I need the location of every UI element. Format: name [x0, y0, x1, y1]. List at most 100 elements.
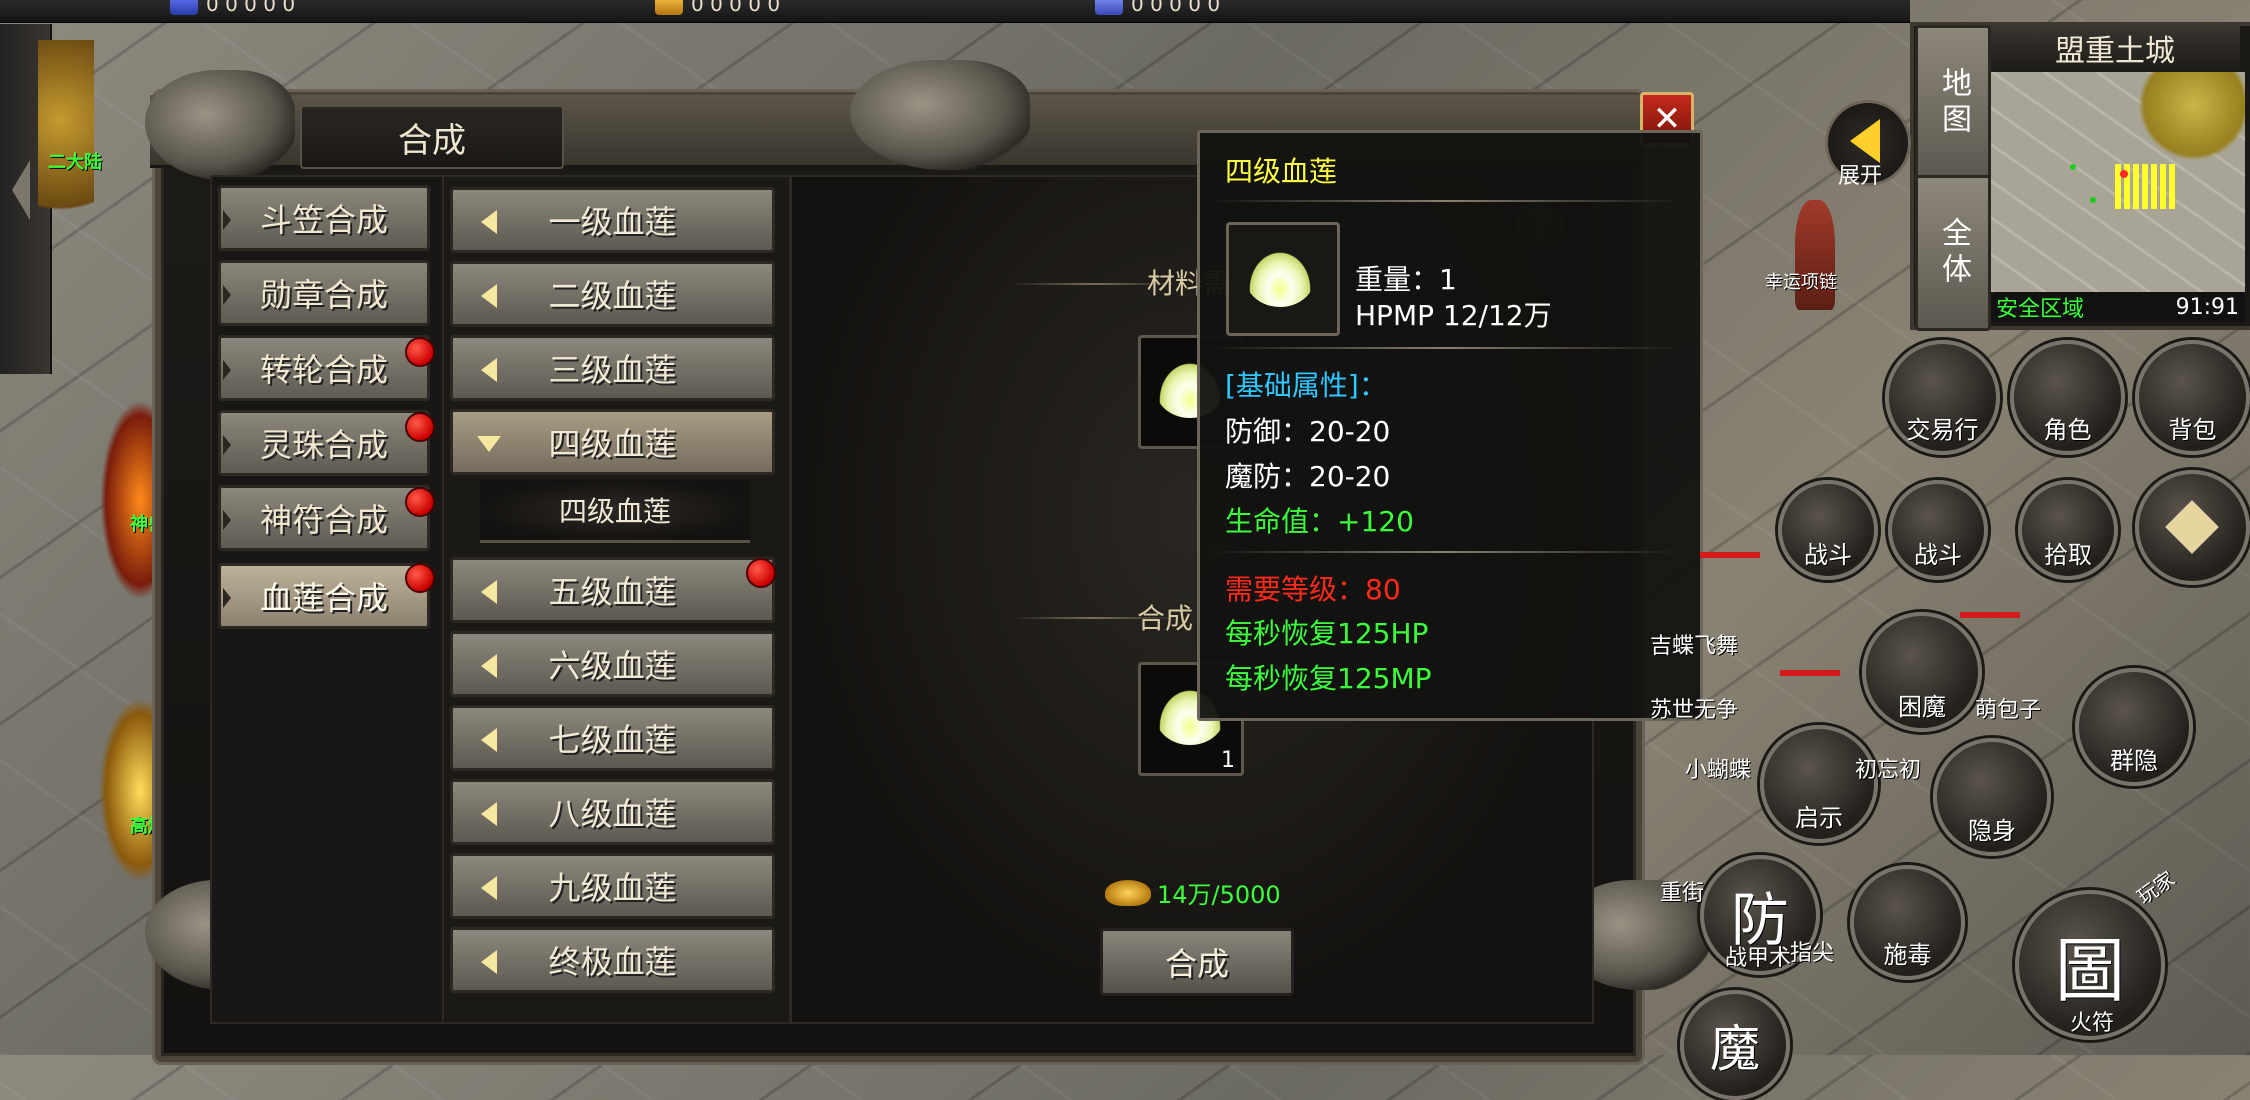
- sub-item-selected[interactable]: 四级血莲: [480, 480, 750, 543]
- player-name: 小蝴蝶: [1685, 758, 1752, 783]
- bag-button[interactable]: 背包: [2135, 340, 2250, 455]
- player-marker: [2120, 170, 2128, 178]
- category-label: 勋章合成: [259, 276, 388, 314]
- map-name: 盟重土城: [1990, 25, 2240, 71]
- category-xuelian[interactable]: 血莲合成: [218, 563, 430, 629]
- chevron-left-icon[interactable]: [12, 160, 30, 220]
- item-label: 九级血莲: [548, 869, 677, 907]
- player-name: 重街: [1660, 881, 1705, 906]
- resource-gold: 0 0 0 0 0: [655, 0, 780, 16]
- npc-name: 幸运项链: [1765, 272, 1837, 293]
- trade-button[interactable]: 交易行: [1885, 340, 2000, 455]
- skill-glyph: 魔: [1710, 1020, 1760, 1078]
- skill-label: 困魔: [1898, 693, 1946, 721]
- category-lingzhu[interactable]: 灵珠合成: [218, 410, 430, 476]
- tooltip-title: 四级血莲: [1225, 155, 1338, 188]
- resource-ingot: 0 0 0 0 0: [1095, 0, 1220, 16]
- skill-yinshen[interactable]: 隐身: [1933, 738, 2051, 856]
- notification-dot: [405, 337, 435, 367]
- enemy-hp-bar: [1960, 612, 2020, 618]
- item-label: 五级血莲: [548, 573, 677, 611]
- diamond-icon: [170, 0, 198, 15]
- craft-button[interactable]: 合成: [1100, 928, 1294, 996]
- item-label: 三级血莲: [548, 351, 677, 389]
- resource-diamond: 0 0 0 0 0: [170, 0, 295, 16]
- item-label: 二级血莲: [548, 277, 677, 315]
- tooltip-divider: [1210, 200, 1680, 202]
- resource-value: 0 0 0 0 0: [206, 0, 296, 16]
- item-label: 八级血莲: [548, 795, 677, 833]
- tooltip-regen-hp: 每秒恢复125HP: [1225, 617, 1429, 650]
- tooltip-hpmp: HPMP 12/12万: [1355, 299, 1552, 332]
- skill-qunyin[interactable]: 群隐: [2075, 668, 2193, 786]
- item-level-9[interactable]: 九级血莲: [450, 853, 775, 919]
- skill-label: 启示: [1795, 804, 1843, 832]
- item-level-ultimate[interactable]: 终极血莲: [450, 927, 775, 993]
- map-dot: [2090, 197, 2096, 203]
- item-level-4[interactable]: 四级血莲: [450, 409, 775, 475]
- chevron-left-icon: [1850, 119, 1880, 163]
- tooltip-regen-mp: 每秒恢复125MP: [1225, 662, 1432, 695]
- ingot-icon: [1095, 0, 1123, 15]
- skill-qishi[interactable]: 启示: [1760, 725, 1878, 843]
- all-channel-button[interactable]: 全体: [1915, 175, 1991, 331]
- player-name: 苏世无争: [1650, 698, 1739, 723]
- item-label: 七级血莲: [548, 721, 677, 759]
- skill-label: 群隐: [2110, 747, 2158, 775]
- category-douli[interactable]: 斗笠合成: [218, 185, 430, 251]
- minimap-view[interactable]: [1990, 72, 2245, 292]
- character-label: 角色: [2043, 416, 2092, 444]
- tooltip-required-level: 需要等级：80: [1225, 573, 1401, 606]
- item-level-2[interactable]: 二级血莲: [450, 261, 775, 327]
- gold-ingot-icon: [1105, 879, 1151, 906]
- area-label: 二大陆: [48, 152, 102, 173]
- tooltip-divider: [1210, 347, 1680, 349]
- item-label: 四级血莲: [548, 425, 677, 463]
- fight-mode-button[interactable]: 战斗: [1778, 480, 1878, 580]
- item-label: 六级血莲: [548, 647, 677, 685]
- fight-button[interactable]: 战斗: [1888, 480, 1988, 580]
- cost-value: 14万/5000: [1157, 881, 1281, 909]
- skill-label: 战甲术: [1725, 946, 1792, 971]
- player-tab[interactable]: 玩家: [2130, 863, 2180, 910]
- area-portal: [38, 40, 94, 240]
- category-xunzhang[interactable]: 勋章合成: [218, 260, 430, 326]
- enemy-hp-bar: [1780, 670, 1840, 676]
- diamond-icon: [2165, 500, 2219, 554]
- tooltip-divider: [1210, 551, 1680, 553]
- map-button[interactable]: 地图: [1915, 25, 1991, 181]
- category-label: 血莲合成: [259, 579, 388, 617]
- window-title: 合成: [300, 105, 564, 169]
- item-level-7[interactable]: 七级血莲: [450, 705, 775, 771]
- item-level-8[interactable]: 八级血莲: [450, 779, 775, 845]
- result-label: 合成: [1137, 602, 1194, 635]
- skill-mo[interactable]: 魔: [1680, 990, 1790, 1100]
- tooltip-hp: 生命值：+120: [1225, 505, 1414, 538]
- skill-label: 施毒: [1883, 941, 1932, 969]
- item-level-1[interactable]: 一级血莲: [450, 187, 775, 253]
- resource-value: 0 0 0 0 0: [1131, 0, 1221, 16]
- safe-zone-label: 安全区域: [1996, 297, 2085, 322]
- item-label: 终极血莲: [548, 943, 677, 981]
- coordinates: 91:91: [2175, 294, 2239, 320]
- player-name: 初忘初: [1855, 758, 1922, 783]
- skill-kunmo[interactable]: 困魔: [1862, 612, 1982, 732]
- skill-shidu[interactable]: 施毒: [1850, 865, 1965, 980]
- player-name: 指尖: [1790, 941, 1835, 966]
- result-count: 1: [1221, 748, 1235, 773]
- item-level-6[interactable]: 六级血莲: [450, 631, 775, 697]
- auto-button[interactable]: [2135, 470, 2250, 585]
- gold-icon: [655, 0, 683, 15]
- category-shenfu[interactable]: 神符合成: [218, 485, 430, 551]
- pickup-button[interactable]: 拾取: [2018, 480, 2118, 580]
- tooltip-item-slot: [1226, 222, 1340, 336]
- item-level-3[interactable]: 三级血莲: [450, 335, 775, 401]
- cost-display: 14万/5000: [1105, 875, 1281, 910]
- item-level-5[interactable]: 五级血莲: [450, 557, 775, 623]
- notification-dot: [405, 412, 435, 442]
- category-zhuanlun[interactable]: 转轮合成: [218, 335, 430, 401]
- enemy-hp-bar: [1700, 552, 1760, 558]
- resource-value: 0 0 0 0 0: [691, 0, 781, 16]
- map-status-bar: 安全区域 91:91: [1990, 292, 2245, 322]
- character-button[interactable]: 角色: [2010, 340, 2125, 455]
